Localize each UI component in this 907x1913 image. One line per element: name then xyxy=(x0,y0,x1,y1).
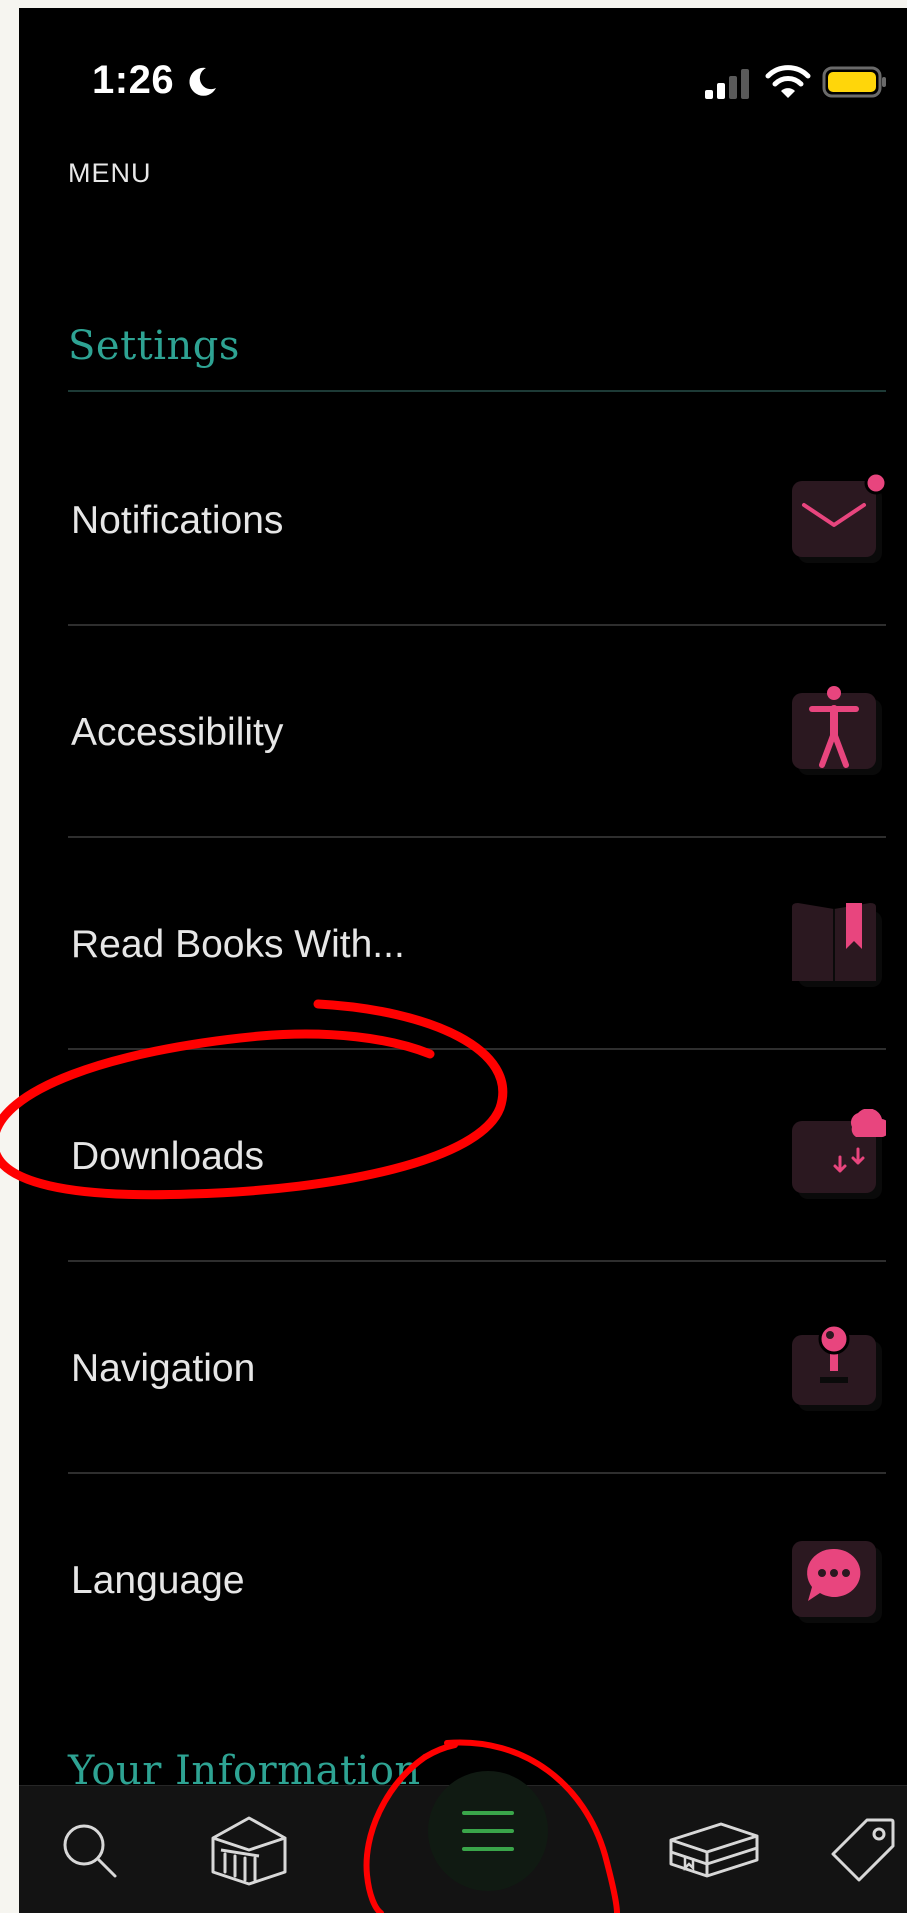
envelope-icon xyxy=(792,473,886,563)
cellular-signal-icon xyxy=(705,69,749,99)
settings-item-accessibility[interactable]: Accessibility xyxy=(68,628,886,838)
tab-library[interactable] xyxy=(199,1800,299,1900)
settings-item-label: Navigation xyxy=(71,1347,256,1390)
book-stack-icon xyxy=(669,1822,759,1878)
settings-item-navigation[interactable]: Navigation xyxy=(68,1264,886,1474)
settings-item-notifications[interactable]: Notifications xyxy=(68,416,886,626)
tag-icon xyxy=(831,1818,895,1882)
wifi-icon xyxy=(765,65,811,98)
settings-item-label: Notifications xyxy=(71,499,284,542)
battery-icon xyxy=(822,66,886,98)
settings-item-label: Read Books With... xyxy=(71,923,405,966)
speech-bubble-icon xyxy=(792,1541,882,1623)
row-divider xyxy=(68,624,886,626)
settings-item-language[interactable]: Language xyxy=(68,1476,886,1686)
menu-header: MENU xyxy=(68,158,152,188)
hamburger-menu-icon xyxy=(462,1811,514,1851)
open-book-bookmark-icon xyxy=(792,903,882,987)
search-icon xyxy=(63,1824,117,1878)
settings-title-rule xyxy=(68,390,886,392)
settings-item-downloads[interactable]: Downloads xyxy=(68,1052,886,1262)
moon-icon xyxy=(189,67,216,96)
phone-screen: 1:26 MENU Settings Notifications Accessi… xyxy=(19,8,907,1913)
library-building-icon xyxy=(211,1816,287,1886)
settings-item-read-books-with[interactable]: Read Books With... xyxy=(68,840,886,1050)
row-divider xyxy=(68,1472,886,1474)
joystick-icon xyxy=(792,1323,882,1411)
tab-search[interactable] xyxy=(39,1800,139,1900)
settings-item-label: Accessibility xyxy=(71,711,284,754)
tab-menu[interactable] xyxy=(438,1781,538,1881)
row-divider xyxy=(68,836,886,838)
cloud-download-icon xyxy=(792,1109,886,1199)
status-time: 1:26 xyxy=(92,58,175,102)
row-divider xyxy=(68,1048,886,1050)
status-bar: 1:26 xyxy=(19,8,907,158)
settings-item-label: Downloads xyxy=(71,1135,264,1178)
row-divider xyxy=(68,1260,886,1262)
settings-item-label: Language xyxy=(71,1559,245,1602)
tab-shelf[interactable] xyxy=(663,1800,763,1900)
tab-tags[interactable] xyxy=(813,1800,907,1900)
accessibility-person-icon xyxy=(792,686,882,775)
settings-section-title: Settings xyxy=(68,323,240,369)
